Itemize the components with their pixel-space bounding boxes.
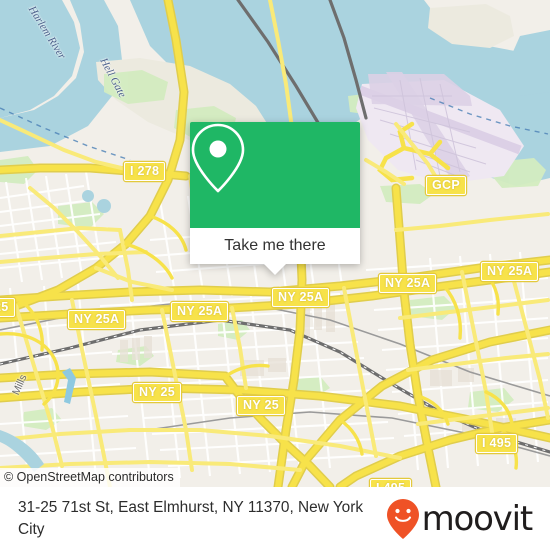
moovit-logo[interactable]: moovit	[386, 498, 536, 540]
shield-ny-25-right[interactable]: NY 25	[237, 396, 286, 415]
shield-i-495-bottom[interactable]: I 495	[370, 479, 412, 487]
osm-attribution[interactable]: © OpenStreetMap contributors	[0, 468, 180, 487]
moovit-pin-smiley-icon	[386, 498, 419, 539]
popup-pointer	[264, 264, 286, 275]
shield-ny-25a-mid-left[interactable]: NY 25A	[171, 302, 229, 321]
shield-25-edge[interactable]: 25	[0, 298, 15, 317]
shield-ny-25-left[interactable]: NY 25	[133, 383, 182, 402]
location-popup-card[interactable]: Take me there	[190, 122, 360, 275]
shield-ny-25a-left[interactable]: NY 25A	[68, 310, 126, 329]
popup-header	[190, 122, 360, 228]
shield-i-278[interactable]: I 278	[124, 162, 166, 181]
footer-bar: 31-25 71st St, East Elmhurst, NY 11370, …	[0, 487, 550, 550]
moovit-wordmark: moovit	[421, 498, 534, 539]
shield-i-495-right[interactable]: I 495	[476, 434, 518, 453]
shield-ny-25a-right[interactable]: NY 25A	[379, 274, 437, 293]
map-pin-icon	[191, 123, 245, 193]
shield-gcp[interactable]: GCP	[426, 176, 466, 195]
map-screenshot: Harlem River Hell Gate Mills I 278 GCP N…	[0, 0, 550, 550]
popup-footer[interactable]: Take me there	[190, 228, 360, 275]
shield-ny-25a-center[interactable]: NY 25A	[272, 288, 330, 307]
take-me-there-label: Take me there	[224, 237, 326, 254]
map-canvas[interactable]: Harlem River Hell Gate Mills I 278 GCP N…	[0, 0, 550, 487]
shield-ny-25a-far-right[interactable]: NY 25A	[481, 262, 539, 281]
address-text: 31-25 71st St, East Elmhurst, NY 11370, …	[18, 498, 364, 538]
